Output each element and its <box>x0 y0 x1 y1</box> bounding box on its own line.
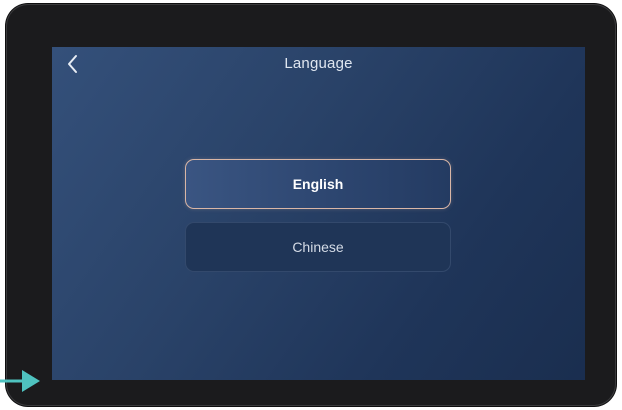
language-option-label: Chinese <box>292 239 344 255</box>
language-list: English Chinese <box>185 159 451 272</box>
language-option-label: English <box>292 176 344 192</box>
screen: Language English Chinese <box>52 47 585 380</box>
language-option-english[interactable]: English <box>185 159 451 209</box>
arrow-right-icon <box>0 370 40 392</box>
device-bezel: Language English Chinese <box>6 4 616 406</box>
page-title: Language <box>284 55 353 72</box>
language-option-chinese[interactable]: Chinese <box>185 222 451 272</box>
